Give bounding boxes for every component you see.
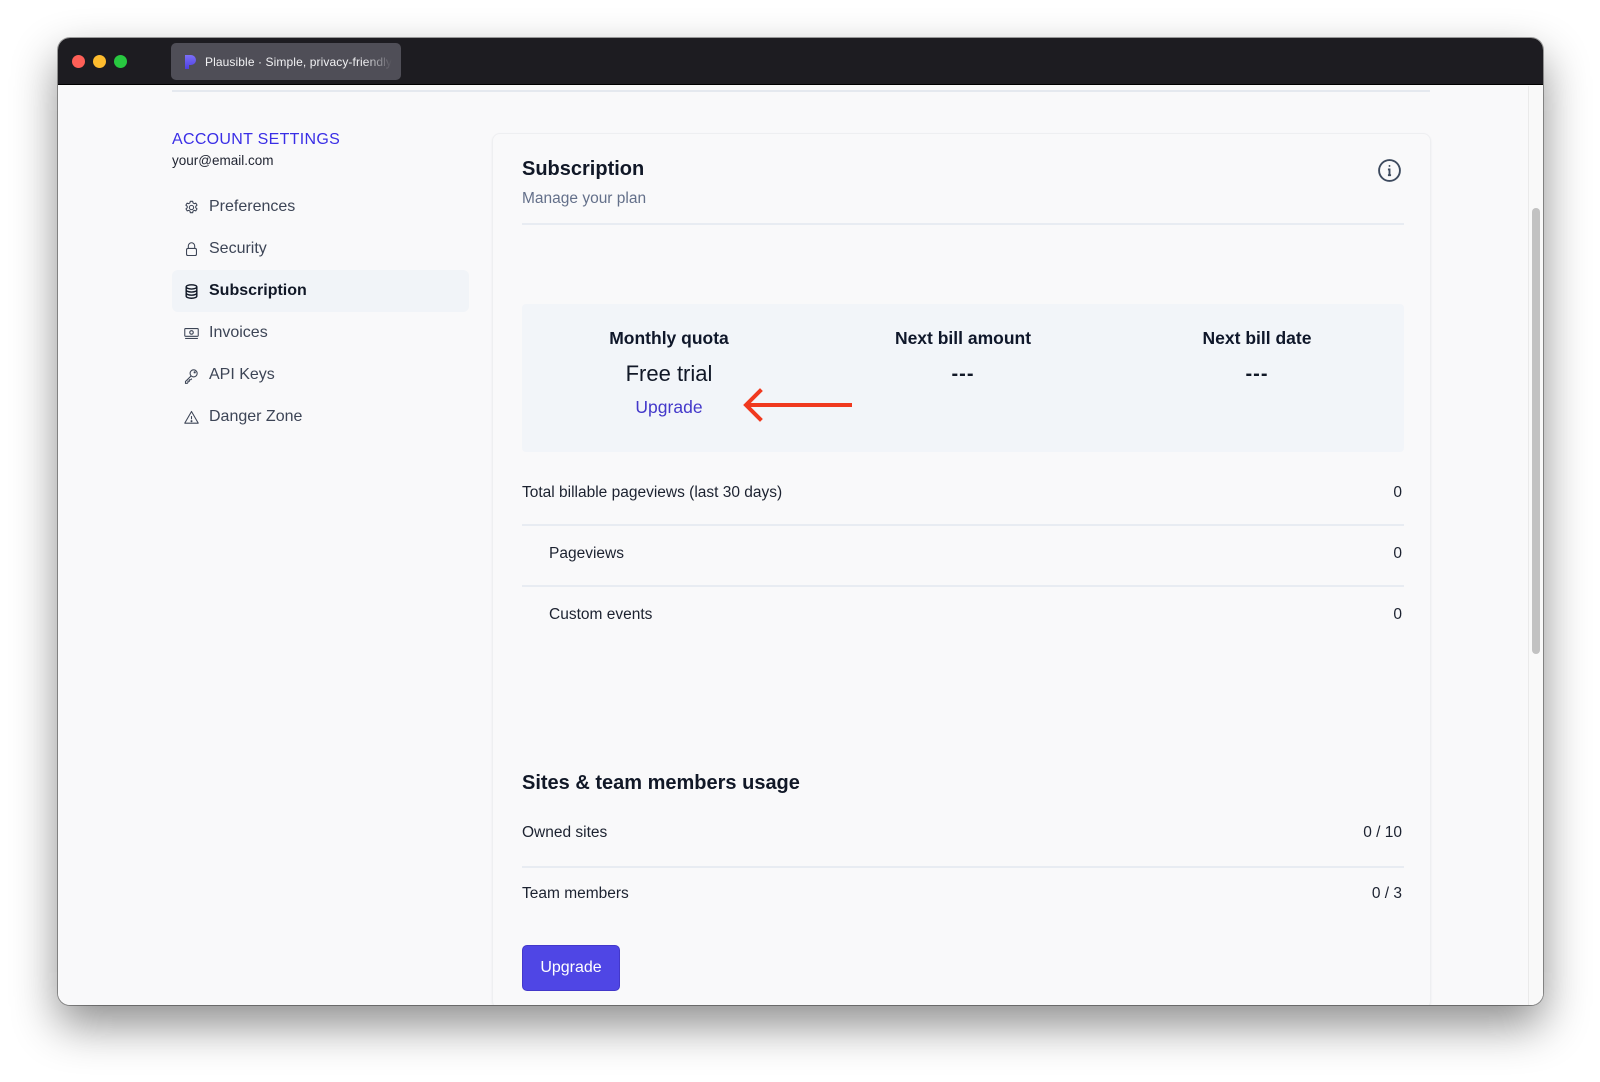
usage-value: 0 (1393, 606, 1402, 623)
scrollbar-thumb[interactable] (1532, 208, 1540, 654)
close-window-button[interactable] (72, 55, 85, 68)
plausible-logo-icon (185, 54, 196, 69)
next-bill-date-column: Next bill date --- (1110, 304, 1404, 452)
usage-value: 0 (1393, 545, 1402, 562)
tab-title: Plausible · Simple, privacy-friendly (205, 54, 392, 69)
database-icon (182, 282, 200, 300)
sidebar-item-security[interactable]: Security (172, 228, 469, 270)
subscription-card: Subscription Manage your plan Monthly qu… (492, 133, 1431, 1005)
next-bill-date-value: --- (1245, 363, 1269, 385)
settings-nav: Preferences Security Subscription Invoic… (172, 186, 469, 438)
sidebar-item-label: Security (209, 240, 267, 257)
usage-label: Total billable pageviews (last 30 days) (522, 484, 783, 501)
monthly-quota-column: Monthly quota Free trial Upgrade (522, 304, 816, 452)
usage-row-pageviews: Pageviews 0 (522, 545, 1404, 563)
sites-value: 0 / 10 (1363, 824, 1402, 841)
usage-row-custom-events: Custom events 0 (522, 606, 1404, 624)
billing-summary: Monthly quota Free trial Upgrade Next bi… (522, 304, 1404, 452)
browser-tab[interactable]: Plausible · Simple, privacy-friendly (171, 43, 401, 80)
next-bill-date-label: Next bill date (1202, 328, 1312, 348)
next-bill-amount-label: Next bill amount (894, 328, 1032, 348)
sidebar-item-invoices[interactable]: Invoices (172, 312, 469, 354)
sites-label: Team members (522, 885, 629, 902)
sites-row-team: Team members 0 / 3 (522, 885, 1404, 903)
sites-section-title: Sites & team members usage (522, 772, 800, 794)
minimize-window-button[interactable] (93, 55, 106, 68)
next-bill-amount-column: Next bill amount --- (816, 304, 1110, 452)
sites-row-owned: Owned sites 0 / 10 (522, 824, 1404, 842)
title-bar: Plausible · Simple, privacy-friendly (58, 38, 1543, 85)
page-viewport: ACCOUNT SETTINGS your@email.com Preferen… (58, 86, 1543, 1005)
maximize-window-button[interactable] (114, 55, 127, 68)
sidebar-item-label: Preferences (209, 198, 296, 215)
account-settings-title: ACCOUNT SETTINGS (172, 131, 341, 148)
sidebar-item-label: Subscription (209, 282, 307, 299)
warning-triangle-icon (182, 408, 200, 426)
monthly-quota-value: Free trial (625, 361, 713, 386)
sidebar-item-preferences[interactable]: Preferences (172, 186, 469, 228)
card-subtitle: Manage your plan (522, 190, 647, 207)
lock-icon (182, 240, 200, 258)
usage-value: 0 (1393, 484, 1402, 501)
usage-row-total: Total billable pageviews (last 30 days) … (522, 484, 1404, 502)
sites-value: 0 / 3 (1371, 885, 1402, 902)
sidebar-item-label: Invoices (209, 324, 268, 341)
info-circle-icon[interactable] (1377, 158, 1402, 183)
usage-label: Custom events (549, 606, 653, 623)
row-divider (522, 585, 1404, 587)
row-divider (522, 866, 1404, 868)
row-divider (522, 524, 1404, 526)
monthly-quota-label: Monthly quota (609, 328, 729, 348)
account-sidebar: ACCOUNT SETTINGS your@email.com Preferen… (172, 130, 469, 438)
sidebar-item-label: Danger Zone (209, 408, 303, 425)
sidebar-item-danger-zone[interactable]: Danger Zone (172, 396, 469, 438)
usage-label: Pageviews (549, 545, 624, 562)
key-icon (182, 366, 200, 384)
upgrade-link[interactable]: Upgrade (635, 395, 702, 419)
header-divider (522, 223, 1404, 225)
next-bill-amount-value: --- (951, 363, 975, 385)
gear-icon (182, 198, 200, 216)
scrollbar[interactable] (1528, 86, 1543, 1005)
sites-label: Owned sites (522, 824, 608, 841)
sidebar-item-subscription[interactable]: Subscription (172, 270, 469, 312)
sidebar-item-label: API Keys (209, 366, 275, 383)
upgrade-button[interactable]: Upgrade (522, 945, 620, 991)
banknote-icon (182, 324, 200, 342)
sidebar-item-api-keys[interactable]: API Keys (172, 354, 469, 396)
account-email: your@email.com (172, 153, 274, 168)
annotation-arrow-icon (743, 388, 852, 422)
header-divider (172, 90, 1430, 92)
browser-window: Plausible · Simple, privacy-friendly ACC… (58, 38, 1543, 1005)
card-title: Subscription (522, 158, 645, 180)
